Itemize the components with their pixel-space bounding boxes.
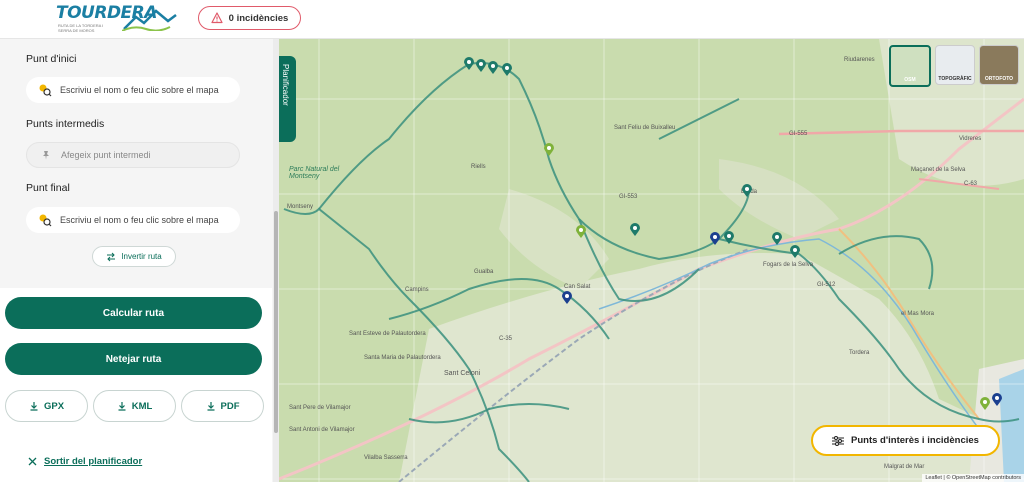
poi-marker[interactable] <box>629 223 641 237</box>
park-label: Parc Natural del Montseny <box>289 166 340 180</box>
poi-marker[interactable] <box>475 59 487 73</box>
export-gpx-button[interactable]: GPX <box>5 390 88 422</box>
place-label: Sant Pere de Vilamajor <box>289 405 351 411</box>
poi-marker[interactable] <box>723 231 735 245</box>
incidents-count: 0 incidències <box>228 12 289 24</box>
road-label: GI-512 <box>817 282 836 288</box>
poi-marker-transport[interactable] <box>709 232 721 246</box>
poi-incidents-button[interactable]: Punts d'interès i incidències <box>811 425 1000 456</box>
export-pdf-label: PDF <box>220 400 240 412</box>
poi-marker-transport[interactable] <box>991 393 1003 407</box>
invert-route-button[interactable]: Invertir ruta <box>92 246 176 267</box>
poi-marker[interactable] <box>463 57 475 71</box>
add-waypoint-input[interactable]: Afegeix punt intermedi <box>26 142 240 168</box>
place-label: Montseny <box>287 204 314 210</box>
poi-marker-nature[interactable] <box>979 397 991 411</box>
incidents-button[interactable]: 0 incidències <box>198 6 301 30</box>
route-points-section: Punt d'inici Escriviu el nom o feu clic … <box>0 39 270 287</box>
warning-icon <box>211 12 223 24</box>
start-point-input[interactable]: Escriviu el nom o feu clic sobre el mapa <box>26 77 240 103</box>
start-point-label: Punt d'inici <box>26 53 77 65</box>
clear-route-button[interactable]: Netejar ruta <box>5 343 262 375</box>
top-header: TOURDERA RUTA DE LA TORDERA I SERRA DE M… <box>0 0 1024 39</box>
planner-tab-label: Planificador <box>281 64 290 106</box>
invert-route-label: Invertir ruta <box>121 252 162 261</box>
location-search-icon <box>38 83 52 97</box>
place-label: Campins <box>405 287 429 293</box>
place-label: Sant Esteve de Palautordera <box>349 331 426 337</box>
map-attribution[interactable]: Leaflet | © OpenStreetMap contributors <box>922 474 1024 482</box>
place-label: Riudarenes <box>844 57 875 63</box>
place-label: Tordera <box>849 350 870 356</box>
waypoint-placeholder: Afegeix punt intermedi <box>61 150 151 160</box>
export-gpx-label: GPX <box>43 400 65 412</box>
poi-marker-nature[interactable] <box>543 143 555 157</box>
place-label: Sant Antoni de Vilamajor <box>289 427 355 433</box>
location-search-icon <box>38 213 52 227</box>
road-label: GI-553 <box>619 194 638 200</box>
poi-marker[interactable] <box>487 61 499 75</box>
layer-osm-button[interactable]: OSM <box>889 45 931 87</box>
exit-planner-link[interactable]: Sortir del planificador <box>28 456 142 467</box>
export-kml-button[interactable]: KML <box>93 390 176 422</box>
place-label: Vilalba Sasserra <box>364 455 408 461</box>
poi-marker[interactable] <box>501 63 513 77</box>
exit-planner-label: Sortir del planificador <box>44 456 143 467</box>
export-pdf-button[interactable]: PDF <box>181 390 264 422</box>
pin-icon <box>39 148 53 162</box>
end-point-input[interactable]: Escriviu el nom o feu clic sobre el mapa <box>26 207 240 233</box>
poi-marker[interactable] <box>789 245 801 259</box>
place-label: Riells <box>471 164 486 170</box>
download-icon <box>118 402 126 411</box>
place-label: Malgrat de Mar <box>884 464 925 470</box>
poi-marker[interactable] <box>741 184 753 198</box>
place-label: el Mas Mora <box>901 311 935 317</box>
poi-marker-nature[interactable] <box>575 225 587 239</box>
logo-subtitle: RUTA DE LA TORDERA I SERRA DE MOROS <box>58 23 104 33</box>
calculate-route-button[interactable]: Calcular ruta <box>5 297 262 329</box>
download-icon <box>30 402 38 411</box>
end-point-label: Punt final <box>26 182 70 194</box>
waypoints-label: Punts intermedis <box>26 118 105 130</box>
place-label: Santa Maria de Palautordera <box>364 355 441 361</box>
start-point-placeholder: Escriviu el nom o feu clic sobre el mapa <box>60 85 219 95</box>
poi-marker[interactable] <box>771 232 783 246</box>
export-kml-label: KML <box>131 400 153 412</box>
place-label: Sant Feliu de Buixalleu <box>614 125 676 131</box>
sidebar-scrollbar-thumb[interactable] <box>274 211 278 433</box>
road-label: C-63 <box>964 181 978 187</box>
end-point-placeholder: Escriviu el nom o feu clic sobre el mapa <box>60 215 219 225</box>
place-label: Gualba <box>474 269 494 275</box>
place-label: Can Salat <box>564 284 591 290</box>
place-label: Sant Celoni <box>444 370 481 377</box>
road-label: C-35 <box>499 336 513 342</box>
close-icon <box>28 457 37 466</box>
planner-tab[interactable]: Planificador <box>279 56 296 142</box>
filter-sliders-icon <box>832 435 845 446</box>
layer-topographic-label: TOPOGRÀFIC <box>938 76 972 82</box>
swap-icon <box>107 252 116 261</box>
layer-osm-label: OSM <box>904 77 916 83</box>
place-label: Fogars de la Selva <box>763 262 814 268</box>
download-icon <box>207 402 214 411</box>
place-label: Maçanet de la Selva <box>911 167 966 173</box>
layer-switcher: OSM TOPOGRÀFIC ORTOFOTO <box>889 45 1019 87</box>
map-view[interactable]: Riudarenes Sant Feliu de Buixalleu Parc … <box>279 39 1024 482</box>
layer-orthophoto-label: ORTOFOTO <box>984 76 1014 82</box>
tourdera-logo[interactable]: TOURDERA RUTA DE LA TORDERA I SERRA DE M… <box>56 3 178 35</box>
place-label: Vidreres <box>959 136 982 142</box>
poi-incidents-label: Punts d'interès i incidències <box>851 435 979 446</box>
layer-orthophoto-button[interactable]: ORTOFOTO <box>979 45 1019 85</box>
mountain-icon <box>122 9 177 31</box>
layer-topographic-button[interactable]: TOPOGRÀFIC <box>935 45 975 85</box>
map-base <box>279 39 1024 482</box>
poi-marker-transport[interactable] <box>561 291 573 305</box>
road-label: GI-555 <box>789 131 808 137</box>
